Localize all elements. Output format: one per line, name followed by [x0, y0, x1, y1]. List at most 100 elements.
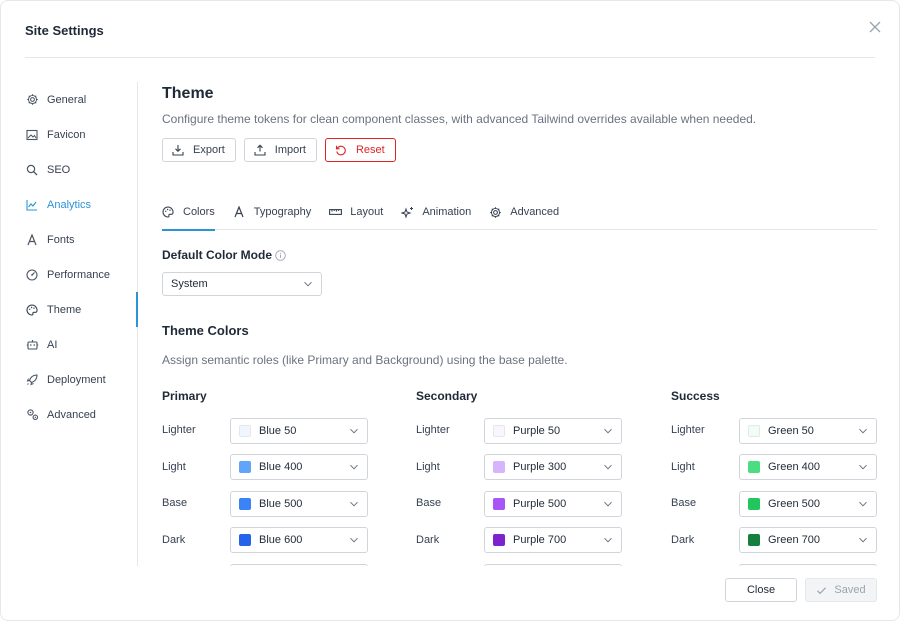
color-swatch [748, 461, 760, 473]
gear-icon [489, 206, 502, 219]
import-label: Import [274, 144, 306, 156]
success-base-select[interactable]: Green 500 [739, 491, 877, 517]
export-button[interactable]: Export [162, 138, 236, 162]
color-swatch [239, 534, 251, 546]
color-swatch [239, 425, 251, 437]
success-dark-select[interactable]: Green 700 [739, 527, 877, 553]
primary-base-select[interactable]: Blue 500 [230, 491, 368, 517]
color-mode-value: System [171, 278, 208, 290]
color-swatch [239, 461, 251, 473]
primary-light-select[interactable]: Blue 400 [230, 454, 368, 480]
action-buttons: Export Import Reset [162, 138, 396, 162]
success-light-select[interactable]: Green 400 [739, 454, 877, 480]
success-lighter-select[interactable]: Green 50 [739, 418, 877, 444]
secondary-color-group: Secondary Lighter Purple 50 Light Purple… [416, 389, 622, 566]
tab-label: Layout [350, 206, 384, 218]
color-swatch [493, 461, 505, 473]
export-label: Export [193, 144, 225, 156]
color-swatch [493, 425, 505, 437]
color-value: Purple 50 [513, 425, 561, 437]
robot-icon [25, 338, 39, 352]
sidebar-item-label: AI [47, 338, 58, 351]
row-label-light: Light [671, 461, 695, 473]
row-label-lighter: Lighter [671, 424, 705, 436]
sidebar-item-analytics[interactable]: Analytics [25, 187, 137, 222]
color-swatch [493, 498, 505, 510]
theme-colors-title: Theme Colors [162, 323, 249, 338]
sparkles-icon [401, 206, 414, 219]
chevron-down-icon [303, 279, 313, 289]
sidebar-item-advanced[interactable]: Advanced [25, 397, 137, 432]
tab-layout[interactable]: Layout [329, 194, 383, 230]
primary-next-select[interactable] [230, 564, 368, 566]
chevron-down-icon [603, 499, 613, 509]
reset-button[interactable]: Reset [324, 138, 396, 162]
tab-label: Typography [253, 206, 312, 218]
sidebar-item-deployment[interactable]: Deployment [25, 362, 137, 397]
sidebar-item-label: Performance [47, 268, 110, 281]
success-next-select[interactable] [739, 564, 877, 566]
tab-advanced[interactable]: Advanced [489, 194, 559, 230]
secondary-base-select[interactable]: Purple 500 [484, 491, 622, 517]
gear-icon [25, 93, 39, 107]
color-value: Blue 600 [259, 534, 303, 546]
sidebar-item-label: Fonts [47, 233, 75, 246]
sidebar-item-label: Favicon [47, 128, 86, 141]
color-swatch [748, 534, 760, 546]
color-swatch [748, 425, 760, 437]
sidebar-item-performance[interactable]: Performance [25, 257, 137, 292]
close-icon[interactable] [865, 17, 885, 37]
chevron-down-icon [349, 535, 359, 545]
tab-colors[interactable]: Colors [162, 194, 215, 231]
group-title: Success [671, 389, 720, 403]
reset-label: Reset [355, 144, 385, 156]
secondary-lighter-select[interactable]: Purple 50 [484, 418, 622, 444]
color-value: Green 400 [768, 461, 820, 473]
sidebar-item-seo[interactable]: SEO [25, 152, 137, 187]
group-title: Primary [162, 389, 207, 403]
primary-lighter-select[interactable]: Blue 50 [230, 418, 368, 444]
page-title: Theme [162, 85, 214, 102]
tab-typography[interactable]: Typography [233, 194, 311, 230]
close-button[interactable]: Close [725, 578, 797, 602]
font-icon [25, 233, 39, 247]
sidebar-item-theme[interactable]: Theme [25, 292, 138, 327]
color-mode-select[interactable]: System [162, 272, 322, 296]
secondary-light-select[interactable]: Purple 300 [484, 454, 622, 480]
color-mode-field: Default Color Mode [162, 248, 286, 262]
header-divider [25, 57, 875, 58]
secondary-dark-select[interactable]: Purple 700 [484, 527, 622, 553]
sidebar-nav: General Favicon SEO Analytics Fonts Perf… [25, 82, 138, 566]
rocket-icon [25, 373, 39, 387]
color-swatch [493, 534, 505, 546]
sidebar-item-ai[interactable]: AI [25, 327, 137, 362]
info-icon[interactable] [275, 249, 286, 261]
row-label-lighter: Lighter [162, 424, 196, 436]
main-panel: Theme Configure theme tokens for clean c… [162, 82, 877, 566]
row-label-lighter: Lighter [416, 424, 450, 436]
page-description: Configure theme tokens for clean compone… [162, 112, 757, 126]
download-icon [172, 144, 184, 156]
cogs-icon [25, 408, 39, 422]
theme-colors-description: Assign semantic roles (like Primary and … [162, 353, 568, 367]
sidebar-item-fonts[interactable]: Fonts [25, 222, 137, 257]
chevron-down-icon [858, 462, 868, 472]
saved-button[interactable]: Saved [805, 578, 877, 602]
color-value: Blue 50 [259, 425, 297, 437]
sidebar-item-label: General [47, 93, 87, 106]
tab-animation[interactable]: Animation [401, 194, 471, 230]
import-button[interactable]: Import [243, 138, 317, 162]
sidebar-item-general[interactable]: General [25, 82, 137, 117]
sidebar-item-favicon[interactable]: Favicon [25, 117, 137, 152]
secondary-next-select[interactable] [484, 564, 622, 566]
row-label-dark: Dark [416, 534, 440, 546]
upload-icon [254, 144, 266, 156]
gauge-icon [25, 268, 39, 282]
chevron-down-icon [858, 535, 868, 545]
chevron-down-icon [349, 462, 359, 472]
sidebar-item-label: Theme [47, 303, 82, 316]
row-label-base: Base [671, 497, 697, 509]
tab-label: Animation [422, 206, 472, 218]
primary-dark-select[interactable]: Blue 600 [230, 527, 368, 553]
image-icon [25, 128, 39, 142]
